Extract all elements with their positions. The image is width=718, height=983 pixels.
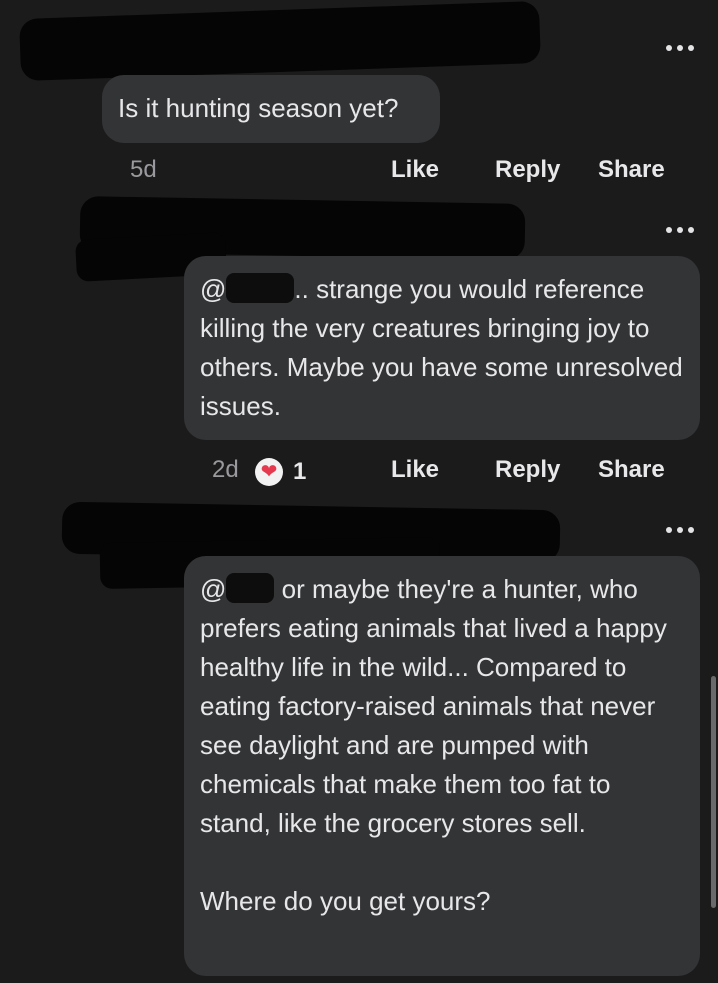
comments-thread: Is it hunting season yet? 5d Like Reply … [0, 0, 718, 983]
comment-text-closing: Where do you get yours? [200, 886, 491, 916]
reply-button[interactable]: Reply [495, 454, 560, 486]
comment-bubble: @ or maybe they're a hunter, who prefers… [184, 556, 700, 976]
comment-bubble: @.. strange you would reference killing … [184, 256, 700, 440]
reaction-count: 1 [293, 458, 307, 485]
share-button[interactable]: Share [598, 154, 665, 186]
redacted-username [19, 0, 541, 82]
more-options-icon[interactable] [666, 42, 694, 54]
mention-tag[interactable]: @.. [200, 270, 309, 309]
comment-actions: 2d ❤ 1 Like Reply Share [0, 454, 718, 486]
heart-reaction-icon: ❤ [255, 458, 283, 486]
like-button[interactable]: Like [391, 154, 439, 186]
comment-bubble: Is it hunting season yet? [102, 75, 440, 143]
comment-timestamp: 5d [130, 156, 157, 183]
like-button[interactable]: Like [391, 454, 439, 486]
reply-button[interactable]: Reply [495, 154, 560, 186]
scrollbar[interactable] [711, 676, 716, 908]
comment-text: Is it hunting season yet? [118, 93, 399, 123]
more-options-icon[interactable] [666, 224, 694, 236]
mention-tag[interactable]: @ [200, 570, 275, 609]
comment-actions: 5d Like Reply Share [0, 154, 718, 186]
comment-text: or maybe they're a hunter, who prefers e… [200, 574, 667, 838]
more-options-icon[interactable] [666, 524, 694, 536]
comment-timestamp: 2d [212, 456, 239, 483]
redacted-mention [226, 273, 295, 303]
share-button[interactable]: Share [598, 454, 665, 486]
reaction-summary[interactable]: ❤ 1 [255, 456, 306, 488]
redacted-mention [226, 573, 275, 603]
